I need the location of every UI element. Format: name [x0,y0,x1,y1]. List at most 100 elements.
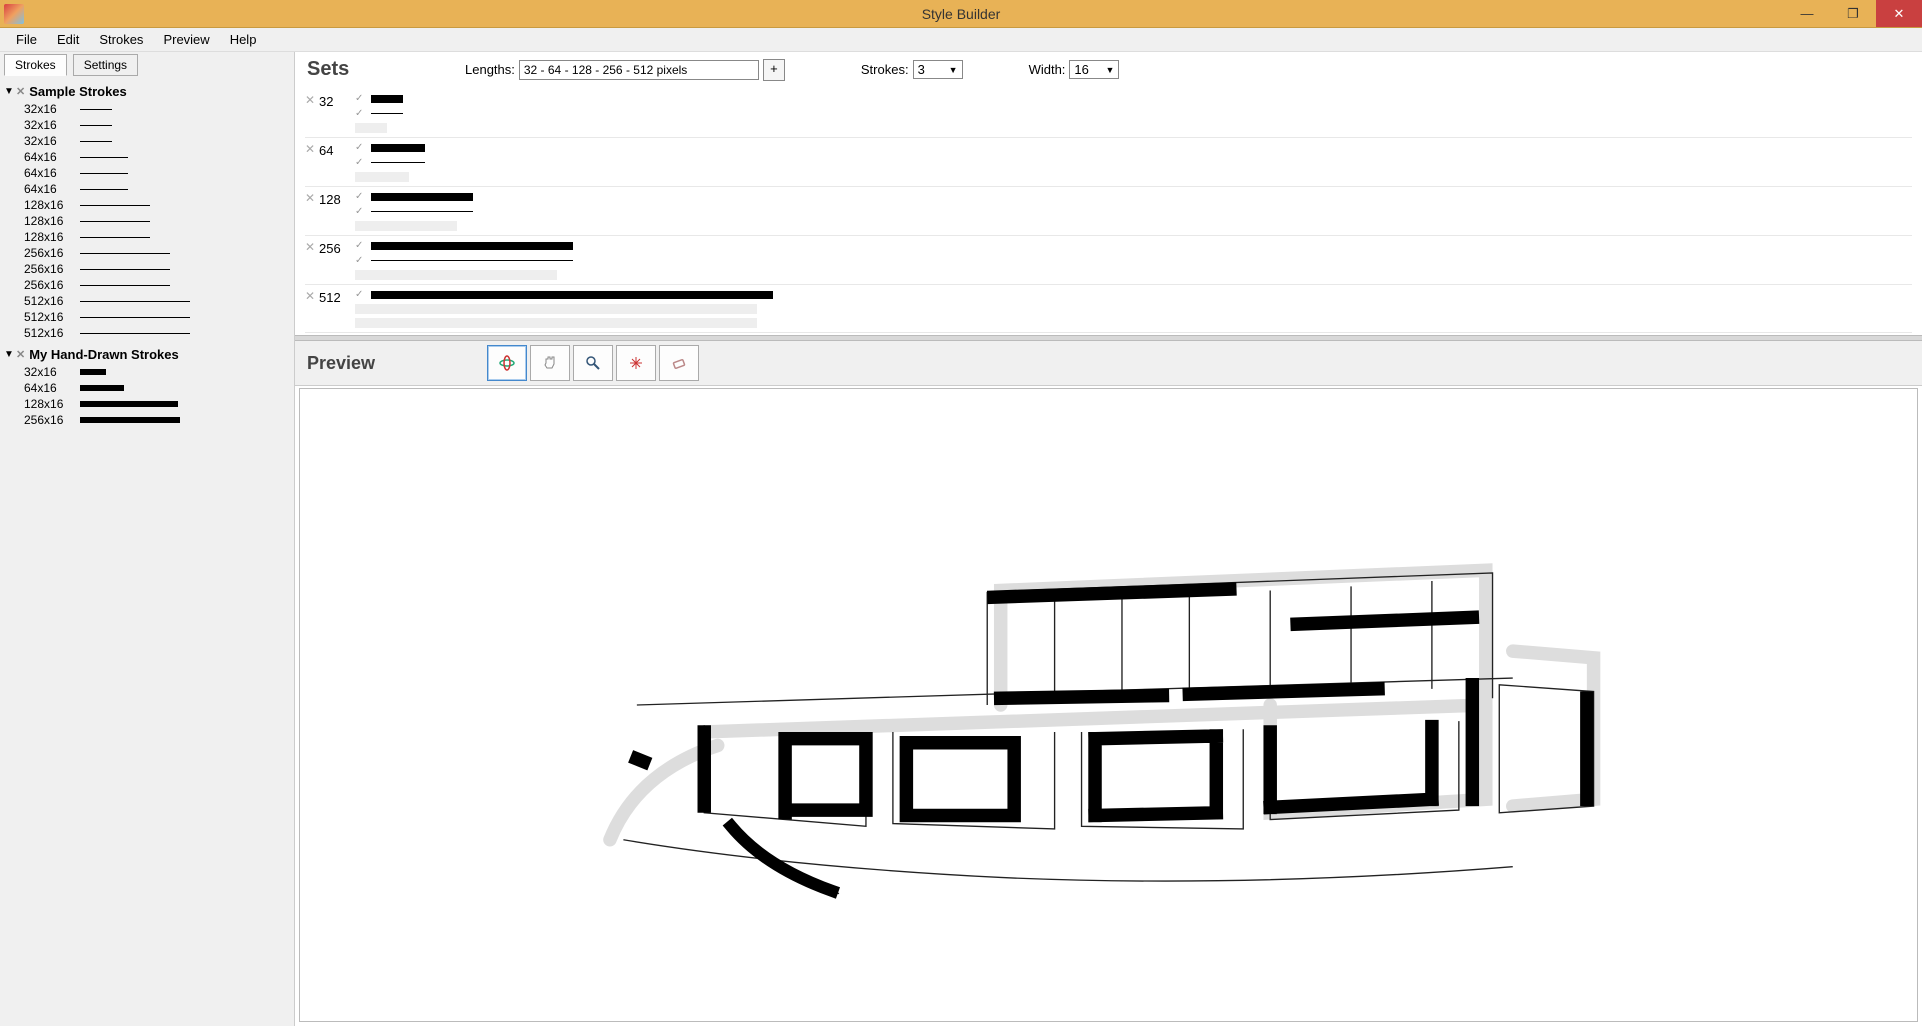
add-length-button[interactable]: + [763,59,785,81]
check-icon: ✓ [355,157,365,168]
remove-set-button[interactable]: ✕ [305,240,319,254]
set-length-label: 128 [319,191,355,207]
orbit-tool[interactable] [487,345,527,381]
close-button[interactable]: ✕ [1876,0,1922,27]
tab-strokes[interactable]: Strokes [4,54,67,76]
set-stroke-slot[interactable]: ✓ [355,157,425,168]
set-stroke-slot[interactable]: ✓ [355,142,425,153]
group-name: My Hand-Drawn Strokes [29,347,179,362]
stroke-preview [80,401,178,407]
check-icon: ✓ [355,142,365,153]
magnifier-icon [584,354,602,372]
set-stroke-slot[interactable] [355,270,573,280]
tree-group-header[interactable]: ▼✕ Sample Strokes [4,82,290,101]
empty-stroke-slot [355,172,409,182]
set-stroke-slot[interactable]: ✓ [355,289,773,300]
stroke-item[interactable]: 256x16 [4,245,290,261]
stroke-item[interactable]: 128x16 [4,229,290,245]
set-stroke-slot[interactable]: ✓ [355,240,573,251]
set-stroke-slot[interactable] [355,318,773,328]
width-select[interactable]: 16▼ [1069,60,1119,79]
pan-tool[interactable] [530,345,570,381]
stroke-item[interactable]: 512x16 [4,293,290,309]
stroke-bar [371,113,403,114]
set-stroke-slot[interactable]: ✓ [355,108,403,119]
group-name: Sample Strokes [29,84,127,99]
lengths-input[interactable] [519,60,759,80]
set-length-label: 256 [319,240,355,256]
stroke-item[interactable]: 64x16 [4,165,290,181]
menu-edit[interactable]: Edit [47,30,89,49]
menu-preview[interactable]: Preview [153,30,219,49]
lengths-label: Lengths: [465,62,515,77]
stroke-item[interactable]: 32x16 [4,101,290,117]
set-stroke-slot[interactable]: ✓ [355,93,403,104]
stroke-preview [80,317,190,318]
stroke-item[interactable]: 128x16 [4,197,290,213]
zoom-extents-tool[interactable] [616,345,656,381]
stroke-item[interactable]: 128x16 [4,213,290,229]
stroke-preview [80,417,180,423]
set-row: ✕256✓ ✓ [305,236,1912,285]
stroke-item[interactable]: 64x16 [4,149,290,165]
stroke-item[interactable]: 64x16 [4,181,290,197]
set-stroke-slot[interactable] [355,221,473,231]
stroke-item[interactable]: 32x16 [4,364,290,380]
stroke-preview [80,237,150,238]
eraser-icon [670,354,688,372]
stroke-label: 128x16 [24,397,80,411]
stroke-item[interactable]: 512x16 [4,325,290,341]
stroke-preview [80,269,170,270]
minimize-button[interactable]: — [1784,0,1830,27]
stroke-item[interactable]: 512x16 [4,309,290,325]
set-stroke-slot[interactable]: ✓ [355,206,473,217]
close-icon[interactable]: ✕ [16,348,25,361]
window-title: Style Builder [922,6,1001,22]
set-stroke-slot[interactable]: ✓ [355,191,473,202]
stroke-item[interactable]: 32x16 [4,117,290,133]
preview-canvas[interactable] [299,388,1918,1022]
menu-strokes[interactable]: Strokes [89,30,153,49]
set-stroke-slot[interactable] [355,304,773,314]
remove-set-button[interactable]: ✕ [305,93,319,107]
stroke-preview [80,173,128,174]
check-icon: ✓ [355,255,365,266]
stroke-label: 64x16 [24,381,80,395]
stroke-label: 128x16 [24,214,80,228]
set-stroke-slot[interactable] [355,172,425,182]
stroke-preview [80,385,124,391]
remove-set-button[interactable]: ✕ [305,142,319,156]
stroke-label: 128x16 [24,198,80,212]
stroke-label: 32x16 [24,365,80,379]
tab-settings[interactable]: Settings [73,54,138,76]
caret-down-icon: ▼ [4,86,16,97]
set-stroke-slot[interactable] [355,123,403,133]
stroke-preview [80,369,106,375]
eraser-tool[interactable] [659,345,699,381]
stroke-item[interactable]: 256x16 [4,261,290,277]
set-row: ✕512✓ [305,285,1912,333]
check-icon: ✓ [355,240,365,251]
stroke-preview [80,189,128,190]
maximize-button[interactable]: ❐ [1830,0,1876,27]
stroke-item[interactable]: 256x16 [4,412,290,428]
close-icon[interactable]: ✕ [16,85,25,98]
set-stroke-slot[interactable]: ✓ [355,255,573,266]
remove-set-button[interactable]: ✕ [305,191,319,205]
stroke-label: 64x16 [24,150,80,164]
stroke-bar [371,291,773,299]
menu-file[interactable]: File [6,30,47,49]
strokes-select[interactable]: 3▼ [913,60,963,79]
stroke-item[interactable]: 256x16 [4,277,290,293]
stroke-item[interactable]: 32x16 [4,133,290,149]
hand-icon [541,354,559,372]
menu-help[interactable]: Help [220,30,267,49]
check-icon: ✓ [355,289,365,300]
stroke-item[interactable]: 64x16 [4,380,290,396]
tree-group-header[interactable]: ▼✕My Hand-Drawn Strokes [4,345,290,364]
remove-set-button[interactable]: ✕ [305,289,319,303]
zoom-tool[interactable] [573,345,613,381]
set-row: ✕64✓✓ [305,138,1912,187]
empty-stroke-slot [355,123,387,133]
stroke-item[interactable]: 128x16 [4,396,290,412]
